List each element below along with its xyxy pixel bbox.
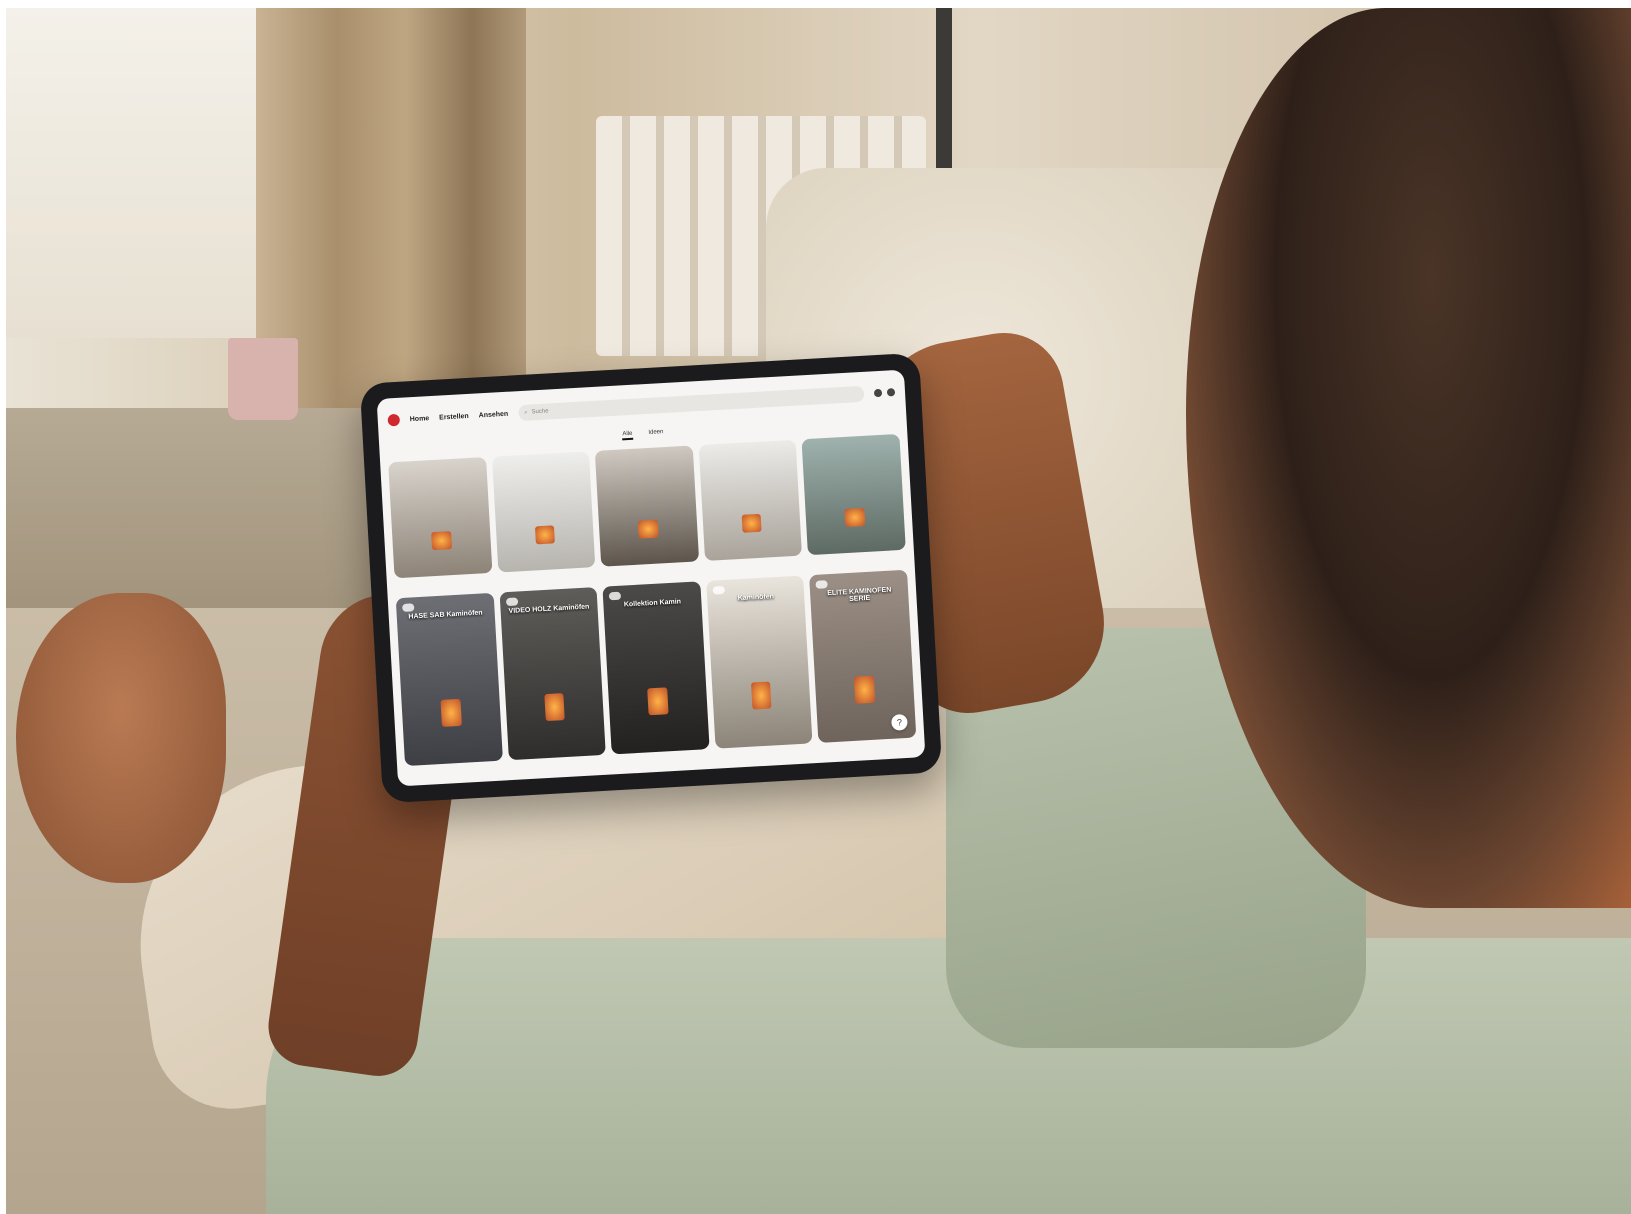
nav-home[interactable]: Home [410, 415, 430, 423]
plant-pot [228, 338, 298, 420]
nav-icons [873, 388, 896, 398]
search-icon: ⌕ [523, 409, 528, 416]
fireplace-image [637, 519, 659, 540]
avatar[interactable] [886, 388, 896, 397]
window [6, 8, 256, 338]
fireplace-image [854, 675, 876, 704]
pin-card[interactable]: HASE SAB Kaminöfen [395, 592, 503, 767]
tablet-device: Home Erstellen Ansehen ⌕ Suche Alle Idee… [359, 352, 943, 804]
help-button[interactable]: ? [890, 713, 908, 731]
video-badge-icon [815, 580, 829, 589]
pin-card[interactable]: Kollektion Kamin [602, 581, 710, 755]
tab-ideas[interactable]: Ideen [648, 429, 663, 439]
notification-icon[interactable] [873, 388, 883, 398]
fireplace-image [647, 687, 669, 716]
pin-card[interactable] [388, 457, 493, 579]
pin-card[interactable]: ELITE KAMINOFEN SERIE? [809, 569, 917, 743]
pin-card[interactable]: Kaminöfen [706, 575, 813, 749]
fireplace-image [741, 513, 762, 534]
window-frame [6, 213, 256, 231]
fireplace-image [844, 507, 866, 528]
nav-view[interactable]: Ansehen [478, 410, 508, 419]
fireplace-image [440, 699, 462, 727]
tablet-screen: Home Erstellen Ansehen ⌕ Suche Alle Idee… [376, 369, 926, 787]
pin-title: HASE SAB Kaminöfen [408, 609, 483, 621]
video-badge-icon [608, 591, 622, 601]
video-badge-icon [402, 603, 415, 612]
search-placeholder: Suche [531, 408, 549, 416]
fireplace-image [750, 681, 772, 710]
pin-card[interactable] [698, 439, 803, 561]
pin-title: Kollektion Kamin [623, 598, 682, 609]
bare-foot [16, 593, 226, 883]
fireplace-image [534, 525, 556, 545]
pin-card[interactable] [595, 445, 699, 567]
nav-create[interactable]: Erstellen [439, 412, 469, 421]
photo-scene: Home Erstellen Ansehen ⌕ Suche Alle Idee… [6, 8, 1631, 1214]
fireplace-image [543, 693, 565, 722]
pin-title: ELITE KAMINOFEN SERIE [827, 586, 892, 603]
video-badge-icon [712, 585, 725, 595]
pin-title: VIDEO HOLZ Kaminöfen [508, 603, 590, 615]
app-logo-icon[interactable] [387, 413, 401, 427]
tab-all[interactable]: Alle [622, 430, 633, 441]
search-input[interactable]: ⌕ Suche [517, 385, 865, 422]
pin-card[interactable]: VIDEO HOLZ Kaminöfen [499, 587, 606, 761]
pin-card[interactable] [801, 433, 906, 556]
fireplace-image [431, 531, 452, 551]
pin-grid: HASE SAB Kaminöfen VIDEO HOLZ Kaminöfen … [388, 433, 917, 780]
pin-card[interactable] [491, 451, 596, 573]
video-badge-icon [505, 597, 518, 607]
pin-title: Kaminöfen [737, 593, 775, 603]
